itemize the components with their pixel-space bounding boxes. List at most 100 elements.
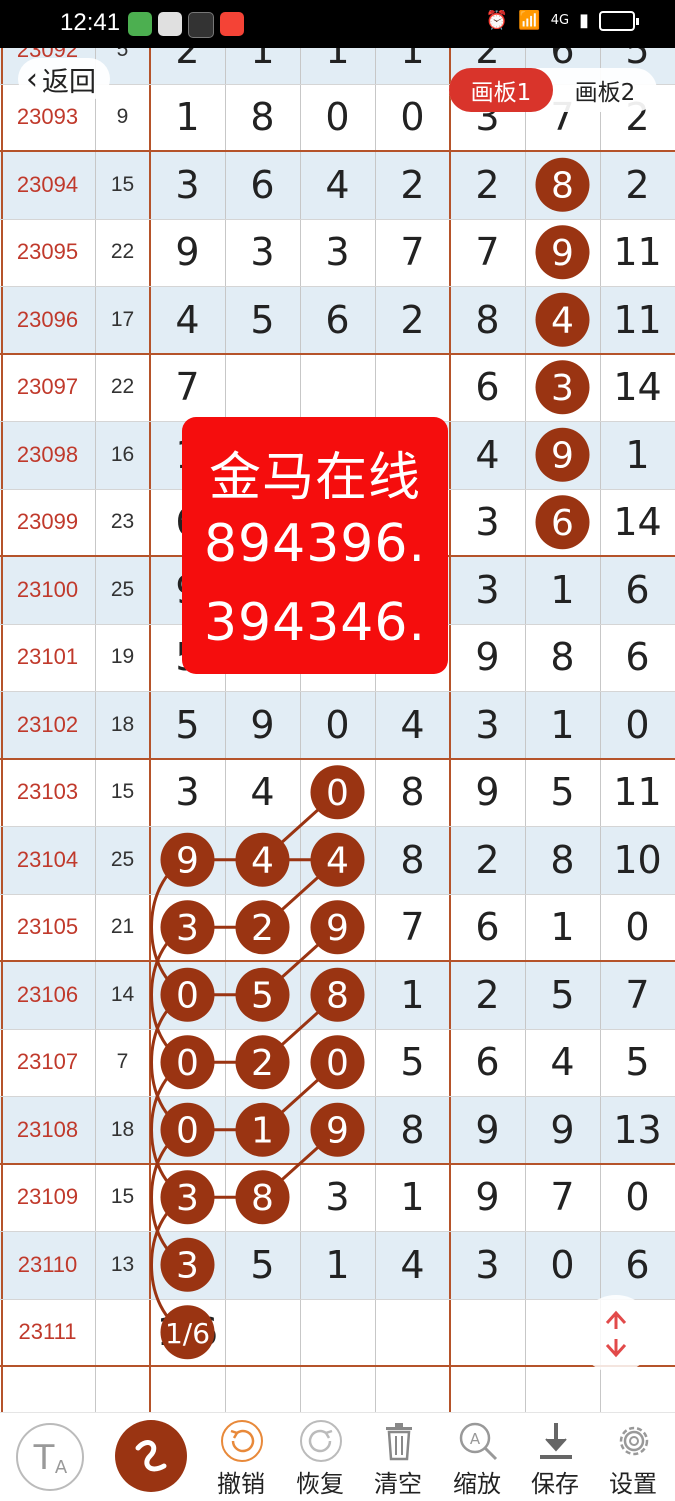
tab-canvas-2[interactable]: 画板2 xyxy=(553,68,657,112)
digit-cell[interactable]: 2 xyxy=(450,961,525,1029)
digit-cell[interactable] xyxy=(375,354,450,422)
undo-button[interactable]: 撤销 xyxy=(202,1413,280,1501)
digit-cell[interactable]: 2 xyxy=(600,151,675,219)
digit-cell[interactable]: 3 xyxy=(150,1231,225,1299)
digit-cell[interactable]: 9 xyxy=(150,219,225,287)
digit-cell[interactable]: 8 xyxy=(225,1164,300,1232)
digit-cell[interactable]: 0 xyxy=(300,691,375,759)
digit-cell[interactable]: 4 xyxy=(450,421,525,489)
digit-cell[interactable]: 6 xyxy=(450,354,525,422)
digit-cell[interactable]: 3 xyxy=(225,219,300,287)
settings-button[interactable]: 设置 xyxy=(594,1413,672,1501)
digit-cell[interactable]: 5 xyxy=(375,1029,450,1097)
digit-cell[interactable]: 1 xyxy=(225,1096,300,1164)
digit-cell[interactable]: 11 xyxy=(600,286,675,354)
digit-cell[interactable]: 3 xyxy=(300,219,375,287)
digit-cell[interactable]: 0 xyxy=(600,691,675,759)
digit-cell[interactable]: 1 xyxy=(525,556,600,624)
digit-cell[interactable]: 11 xyxy=(600,759,675,827)
digit-cell[interactable]: 4 xyxy=(525,286,600,354)
digit-cell[interactable]: 1 xyxy=(600,421,675,489)
digit-cell[interactable]: 9 xyxy=(525,1096,600,1164)
digit-cell[interactable]: 2 xyxy=(225,894,300,962)
digit-cell[interactable]: 6 xyxy=(450,894,525,962)
digit-cell[interactable]: 5 xyxy=(525,961,600,1029)
digit-cell[interactable]: 6 xyxy=(600,556,675,624)
digit-cell[interactable]: 0 xyxy=(150,1029,225,1097)
digit-cell[interactable]: 2 xyxy=(450,151,525,219)
digit-cell[interactable] xyxy=(225,354,300,422)
digit-cell[interactable]: 8 xyxy=(525,624,600,692)
digit-cell[interactable]: 1 xyxy=(300,1231,375,1299)
digit-cell[interactable]: 9 xyxy=(300,894,375,962)
digit-cell[interactable]: 1 xyxy=(225,48,300,84)
digit-cell[interactable]: 7 xyxy=(525,1164,600,1232)
digit-cell[interactable]: 8 xyxy=(525,826,600,894)
save-button[interactable]: 保存 xyxy=(516,1413,594,1501)
digit-cell[interactable] xyxy=(225,1299,300,1367)
lottery-grid[interactable]: 23092 5 2 1 1 1 2 6 5 23093 9 1 8 0 0 3 7 2 23094 15 3 6 4 2 2 8 2… xyxy=(0,48,675,1412)
digit-cell[interactable]: 0 xyxy=(600,1164,675,1232)
digit-cell[interactable]: 4 xyxy=(375,1231,450,1299)
digit-cell[interactable]: 5 xyxy=(225,961,300,1029)
digit-cell[interactable]: 1 xyxy=(300,48,375,84)
digit-cell[interactable]: 8 xyxy=(375,759,450,827)
digit-cell[interactable]: 7 xyxy=(150,354,225,422)
digit-cell[interactable]: 4 xyxy=(525,1029,600,1097)
digit-cell[interactable]: 0 xyxy=(300,759,375,827)
tab-canvas-1[interactable]: 画板1 xyxy=(449,68,553,112)
digit-cell[interactable]: 1 xyxy=(375,961,450,1029)
digit-cell[interactable]: 9 xyxy=(150,826,225,894)
digit-cell[interactable]: 7 xyxy=(450,219,525,287)
digit-cell[interactable]: 6 xyxy=(600,1231,675,1299)
digit-cell[interactable]: 3 xyxy=(450,1231,525,1299)
digit-cell[interactable]: 4 xyxy=(225,826,300,894)
digit-cell[interactable]: 8 xyxy=(525,151,600,219)
digit-cell[interactable]: 3 xyxy=(450,489,525,557)
digit-cell[interactable]: 3 xyxy=(450,691,525,759)
digit-cell[interactable]: 8 xyxy=(225,84,300,152)
digit-cell[interactable]: 4 xyxy=(375,691,450,759)
digit-cell[interactable]: 8 xyxy=(300,961,375,1029)
digit-cell[interactable]: 0 xyxy=(300,1029,375,1097)
digit-cell[interactable]: 9 xyxy=(450,1096,525,1164)
digit-cell[interactable]: 3 xyxy=(450,556,525,624)
digit-cell[interactable]: 9 xyxy=(525,219,600,287)
digit-cell[interactable]: 2 xyxy=(375,286,450,354)
digit-cell[interactable] xyxy=(450,1299,525,1367)
digit-cell[interactable]: 3 xyxy=(150,1164,225,1232)
digit-cell[interactable]: 0 xyxy=(525,1231,600,1299)
digit-cell[interactable]: 0 xyxy=(150,1096,225,1164)
digit-cell[interactable]: 3 xyxy=(300,1164,375,1232)
digit-cell[interactable] xyxy=(375,1299,450,1367)
digit-cell[interactable]: 8 xyxy=(375,1096,450,1164)
digit-cell[interactable]: 1/6 xyxy=(150,1299,225,1367)
digit-cell[interactable] xyxy=(300,1299,375,1367)
digit-cell[interactable]: 14 xyxy=(600,489,675,557)
digit-cell[interactable]: 1 xyxy=(375,1164,450,1232)
digit-cell[interactable]: 13 xyxy=(600,1096,675,1164)
digit-cell[interactable]: 5 xyxy=(600,1029,675,1097)
digit-cell[interactable]: 2 xyxy=(450,826,525,894)
digit-cell[interactable]: 1 xyxy=(525,894,600,962)
digit-cell[interactable]: 6 xyxy=(600,624,675,692)
digit-cell[interactable]: 7 xyxy=(600,961,675,1029)
digit-cell[interactable]: 1 xyxy=(525,691,600,759)
digit-cell[interactable]: 0 xyxy=(375,84,450,152)
digit-cell[interactable]: 9 xyxy=(450,759,525,827)
zoom-button[interactable]: A 缩放 xyxy=(438,1413,516,1501)
digit-cell[interactable]: 4 xyxy=(300,151,375,219)
digit-cell[interactable]: 4 xyxy=(225,759,300,827)
clear-button[interactable]: 清空 xyxy=(359,1413,437,1501)
digit-cell[interactable]: 9 xyxy=(450,1164,525,1232)
digit-cell[interactable]: 4 xyxy=(300,826,375,894)
draw-curve-button[interactable] xyxy=(112,1413,190,1501)
digit-cell[interactable]: 0 xyxy=(150,961,225,1029)
digit-cell[interactable]: 5 xyxy=(225,1231,300,1299)
digit-cell[interactable]: 9 xyxy=(450,624,525,692)
back-button[interactable]: ‹ 返回 xyxy=(18,58,110,100)
digit-cell[interactable] xyxy=(300,354,375,422)
digit-cell[interactable]: 1 xyxy=(150,84,225,152)
digit-cell[interactable]: 4 xyxy=(150,286,225,354)
digit-cell[interactable]: 5 xyxy=(525,759,600,827)
